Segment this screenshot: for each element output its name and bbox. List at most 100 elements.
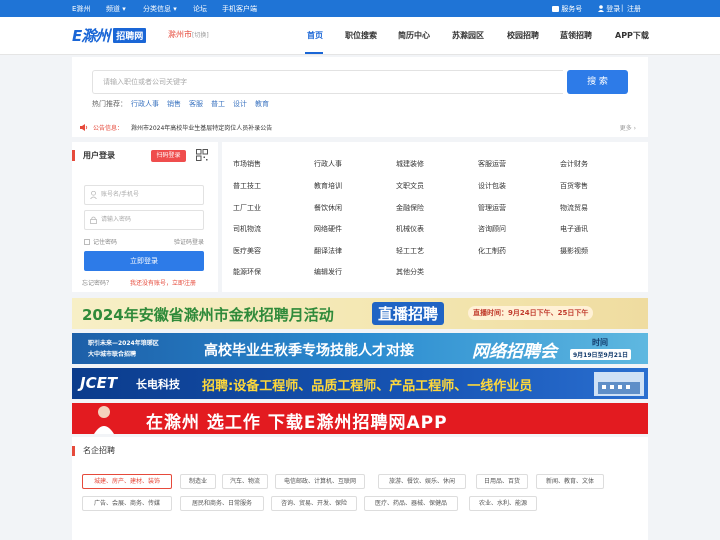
qrcode-icon[interactable] — [196, 149, 208, 161]
topbar-register-link[interactable]: 注册 — [627, 4, 641, 14]
city-switcher[interactable]: 滁州市[切换] — [168, 29, 209, 40]
hot-word[interactable]: 设计 — [233, 99, 247, 109]
category-link[interactable]: 客服运营 — [478, 159, 506, 169]
site-logo[interactable]: E滁州 招聘网 — [72, 26, 147, 45]
category-link[interactable]: 编辑发行 — [314, 267, 342, 277]
notice-more-link[interactable]: 更多 › — [620, 123, 636, 132]
category-link[interactable]: 文职文员 — [396, 181, 424, 191]
register-link[interactable]: 我还没有账号，立即注册 — [130, 278, 196, 287]
category-link[interactable]: 普工技工 — [233, 181, 261, 191]
nav-app-download[interactable]: APP下载 — [615, 30, 649, 41]
banner-time: 9月19日至9月21日 — [570, 349, 632, 360]
hot-word[interactable]: 行政人事 — [131, 99, 159, 109]
industry-tag[interactable]: 咨询、贸易、开发、保险 — [271, 496, 357, 511]
hot-keywords: 热门推荐： 行政人事 销售 客服 普工 设计 教育 — [92, 99, 269, 109]
category-link[interactable]: 其他分类 — [396, 267, 424, 277]
category-link[interactable]: 市场销售 — [233, 159, 261, 169]
famous-companies-panel: 名企招聘 城建、房产、建材、装饰 制造业 汽车、物流 电信邮政、计算机、互联网 … — [72, 437, 648, 540]
category-link[interactable]: 金融保险 — [396, 203, 424, 213]
service-account-link[interactable]: 服务号 — [552, 4, 582, 14]
industry-tag[interactable]: 居民和商务、日常服务 — [180, 496, 264, 511]
industry-tag[interactable]: 汽车、物流 — [222, 474, 268, 489]
nav-suchu-park[interactable]: 苏滁园区 — [452, 30, 484, 41]
forgot-password-link[interactable]: 忘记密码？ — [82, 278, 112, 287]
banner-graduate-fair[interactable]: 职引未来—2024年琅琊区 大中城市联合招聘 高校毕业生秋季专场技能人才对接 网… — [72, 333, 648, 364]
person-illustration — [94, 406, 114, 434]
nav-home[interactable]: 首页 — [307, 30, 323, 41]
category-link[interactable]: 医疗美容 — [233, 246, 261, 256]
category-link[interactable]: 管理运营 — [478, 203, 506, 213]
topbar-login-link[interactable]: 登录 — [598, 4, 620, 14]
category-link[interactable]: 教育培训 — [314, 181, 342, 191]
hot-word[interactable]: 教育 — [255, 99, 269, 109]
category-link[interactable]: 咨询顾问 — [478, 224, 506, 234]
industry-tag[interactable]: 广告、会展、商务、传媒 — [82, 496, 172, 511]
user-icon — [598, 5, 604, 12]
hot-word[interactable]: 客服 — [189, 99, 203, 109]
banner-title: 高校毕业生秋季专场技能人才对接 — [204, 343, 414, 359]
banner-subtitle-1: 职引未来—2024年琅琊区 — [88, 340, 159, 347]
notice-link[interactable]: 滁州市2024年高校毕业生基层特定岗位人员补录公告 — [131, 123, 272, 132]
topbar-sep: | — [621, 4, 624, 12]
category-link[interactable]: 轻工工艺 — [396, 246, 424, 256]
category-link[interactable]: 餐饮休闲 — [314, 203, 342, 213]
category-link[interactable]: 设计包装 — [478, 181, 506, 191]
industry-tag[interactable]: 农业、水利、能源 — [469, 496, 537, 511]
industry-tag[interactable]: 电信邮政、计算机、互联网 — [275, 474, 365, 489]
category-link[interactable]: 会计财务 — [560, 159, 588, 169]
banner-app-download[interactable]: 在滁州 选工作 下载E滁州招聘网APP — [72, 403, 648, 434]
topbar-mobile-link[interactable]: 手机客户端 — [222, 4, 257, 14]
category-link[interactable]: 物流贸易 — [560, 203, 588, 213]
category-link[interactable]: 能源环保 — [233, 267, 261, 277]
category-link[interactable]: 行政人事 — [314, 159, 342, 169]
remember-password[interactable]: 记住密码 — [84, 237, 117, 246]
hot-word[interactable]: 普工 — [211, 99, 225, 109]
search-panel: 请输入职位或者公司关键字 搜 索 热门推荐： 行政人事 销售 客服 普工 设计 … — [72, 57, 648, 137]
category-link[interactable]: 工厂工业 — [233, 203, 261, 213]
remember-checkbox[interactable] — [84, 238, 90, 245]
topbar-site-link[interactable]: E滁州 — [72, 4, 90, 14]
category-link[interactable]: 翻译法律 — [314, 246, 342, 256]
category-link[interactable]: 机械仪表 — [396, 224, 424, 234]
category-link[interactable]: 百货零售 — [560, 181, 588, 191]
topbar-classified-menu[interactable]: 分类信息 ▾ — [143, 4, 177, 14]
industry-tag[interactable]: 城建、房产、建材、装饰 — [82, 474, 172, 489]
login-submit-button[interactable]: 立即登录 — [84, 251, 204, 271]
username-input[interactable]: 账号名/手机号 — [84, 185, 204, 205]
industry-tag[interactable]: 旅游、餐饮、娱乐、休闲 — [378, 474, 466, 489]
service-icon — [552, 6, 559, 12]
scan-login-button[interactable]: 扫码登录 — [151, 150, 186, 162]
banner-title: 招聘:设备工程师、品质工程师、产品工程师、一线作业员 — [202, 379, 533, 394]
nav-resume-center[interactable]: 简历中心 — [398, 30, 430, 41]
famous-title: 名企招聘 — [72, 446, 115, 456]
logo-text: E滁州 — [72, 26, 110, 45]
search-input[interactable]: 请输入职位或者公司关键字 — [92, 70, 563, 94]
industry-tag[interactable]: 制造业 — [180, 474, 216, 489]
banner-title: 2024年安徽省滁州市金秋招聘月活动 — [82, 306, 334, 324]
nav-bluecollar[interactable]: 蓝领招聘 — [560, 30, 592, 41]
category-link[interactable]: 司机物流 — [233, 224, 261, 234]
factory-illustration — [594, 372, 644, 396]
category-link[interactable]: 化工制药 — [478, 246, 506, 256]
category-link[interactable]: 摄影视频 — [560, 246, 588, 256]
banner-subtitle-2: 大中城市联合招聘 — [88, 351, 137, 358]
banner-brand: JCET — [80, 374, 118, 392]
banner-autumn-recruitment[interactable]: 2024年安徽省滁州市金秋招聘月活动 直播招聘 直播时间：9月24日下午、25日… — [72, 298, 648, 329]
industry-tag[interactable]: 医疗、药品、器械、保健品 — [364, 496, 458, 511]
hot-word[interactable]: 销售 — [167, 99, 181, 109]
password-input[interactable]: 请输入密码 — [84, 210, 204, 230]
nav-campus[interactable]: 校园招聘 — [507, 30, 539, 41]
category-link[interactable]: 网络硬件 — [314, 224, 342, 234]
search-button[interactable]: 搜 索 — [567, 70, 628, 94]
banner-jcet[interactable]: JCET 长电科技 招聘:设备工程师、品质工程师、产品工程师、一线作业员 — [72, 368, 648, 399]
login-title: 用户登录 — [72, 150, 115, 161]
topbar-channel-menu[interactable]: 频道 ▾ — [106, 4, 126, 14]
industry-tag[interactable]: 新闻、教育、文体 — [536, 474, 604, 489]
code-login-link[interactable]: 验证码登录 — [174, 237, 204, 246]
nav-job-search[interactable]: 职位搜索 — [345, 30, 377, 41]
industry-tag[interactable]: 日用品、百货 — [476, 474, 528, 489]
banner-tag: 直播招聘 — [372, 302, 445, 325]
topbar-forum-link[interactable]: 论坛 — [193, 4, 207, 14]
category-link[interactable]: 电子通讯 — [560, 224, 588, 234]
category-link[interactable]: 城建装修 — [396, 159, 424, 169]
